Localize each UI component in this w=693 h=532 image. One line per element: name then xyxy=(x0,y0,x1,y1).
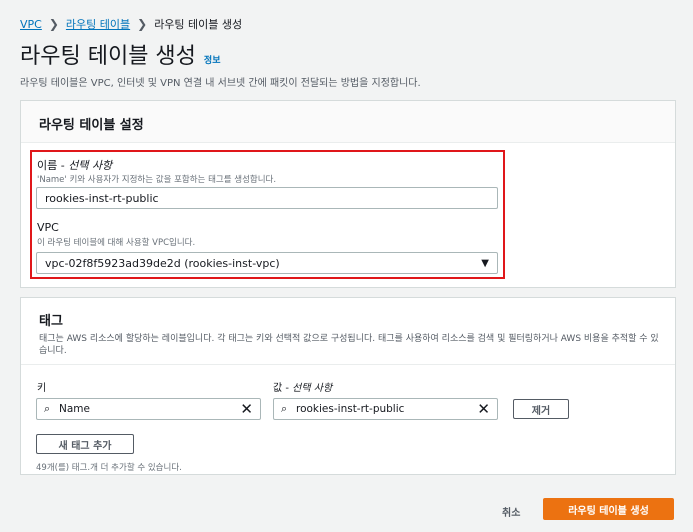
chevron-right-icon: ❯ xyxy=(48,17,59,31)
vpc-field-hint: 이 라우팅 테이블에 대해 사용할 VPC입니다. xyxy=(37,238,196,248)
divider xyxy=(21,364,675,365)
tag-value-label-text: 값 - xyxy=(273,383,293,394)
vpc-select[interactable]: vpc-02f8f5923ad39de2d (rookies-inst-vpc)… xyxy=(36,252,498,274)
name-input[interactable]: rookies-inst-rt-public xyxy=(36,187,498,209)
tag-value-label: 값 - 선택 사항 xyxy=(273,379,332,394)
breadcrumb: VPC ❯ 라우팅 테이블 ❯ 라우팅 테이블 생성 xyxy=(20,16,242,32)
breadcrumb-route-tables-link[interactable]: 라우팅 테이블 xyxy=(66,16,130,32)
tag-key-input[interactable]: ⌕ Name ✕ xyxy=(36,398,261,420)
tag-key-value: Name xyxy=(59,403,90,415)
tags-panel-header: 태그 태그는 AWS 리소스에 할당하는 레이블입니다. 각 태그는 키와 선택… xyxy=(21,298,675,357)
search-icon: ⌕ xyxy=(44,402,51,415)
tags-title: 태그 xyxy=(39,314,63,329)
clear-icon[interactable]: ✕ xyxy=(477,400,490,418)
page-title: 라우팅 테이블 생성 xyxy=(20,44,196,69)
create-route-table-button[interactable]: 라우팅 테이블 생성 xyxy=(543,498,674,520)
name-field-hint: 'Name' 키와 사용자가 지정하는 값을 포함하는 태그를 생성합니다. xyxy=(37,175,277,185)
settings-panel-title: 라우팅 테이블 설정 xyxy=(21,101,675,143)
breadcrumb-current: 라우팅 테이블 생성 xyxy=(154,18,243,31)
name-optional-text: 선택 사항 xyxy=(68,159,113,172)
caret-down-icon: ▼ xyxy=(481,258,489,269)
name-label-text: 이름 - xyxy=(37,159,69,172)
clear-icon[interactable]: ✕ xyxy=(240,400,253,418)
info-link[interactable]: 정보 xyxy=(204,53,221,66)
tag-value-input[interactable]: ⌕ rookies-inst-rt-public ✕ xyxy=(273,398,498,420)
chevron-right-icon: ❯ xyxy=(137,17,148,31)
tags-description: 태그는 AWS 리소스에 할당하는 레이블입니다. 각 태그는 키와 선택적 값… xyxy=(39,334,659,356)
vpc-select-value: vpc-02f8f5923ad39de2d (rookies-inst-vpc) xyxy=(45,257,280,270)
cancel-button[interactable]: 취소 xyxy=(502,504,520,519)
name-field-label: 이름 - 선택 사항 xyxy=(37,157,112,173)
tag-limit-note: 49개(를) 태그.개 더 추가할 수 있습니다. xyxy=(36,463,182,473)
breadcrumb-vpc-link[interactable]: VPC xyxy=(20,18,42,31)
page-header: 라우팅 테이블 생성 정보 xyxy=(20,38,220,70)
tag-value-value: rookies-inst-rt-public xyxy=(296,403,405,415)
tag-key-label: 키 xyxy=(37,383,47,394)
vpc-field-label: VPC xyxy=(37,221,59,234)
search-icon: ⌕ xyxy=(281,402,288,415)
add-tag-button[interactable]: 새 태그 추가 xyxy=(36,434,134,454)
remove-tag-button[interactable]: 제거 xyxy=(513,399,569,419)
page-description: 라우팅 테이블은 VPC, 인터넷 및 VPN 연결 내 서브넷 간에 패킷이 … xyxy=(20,78,421,89)
tag-value-optional-text: 선택 사항 xyxy=(292,383,333,394)
